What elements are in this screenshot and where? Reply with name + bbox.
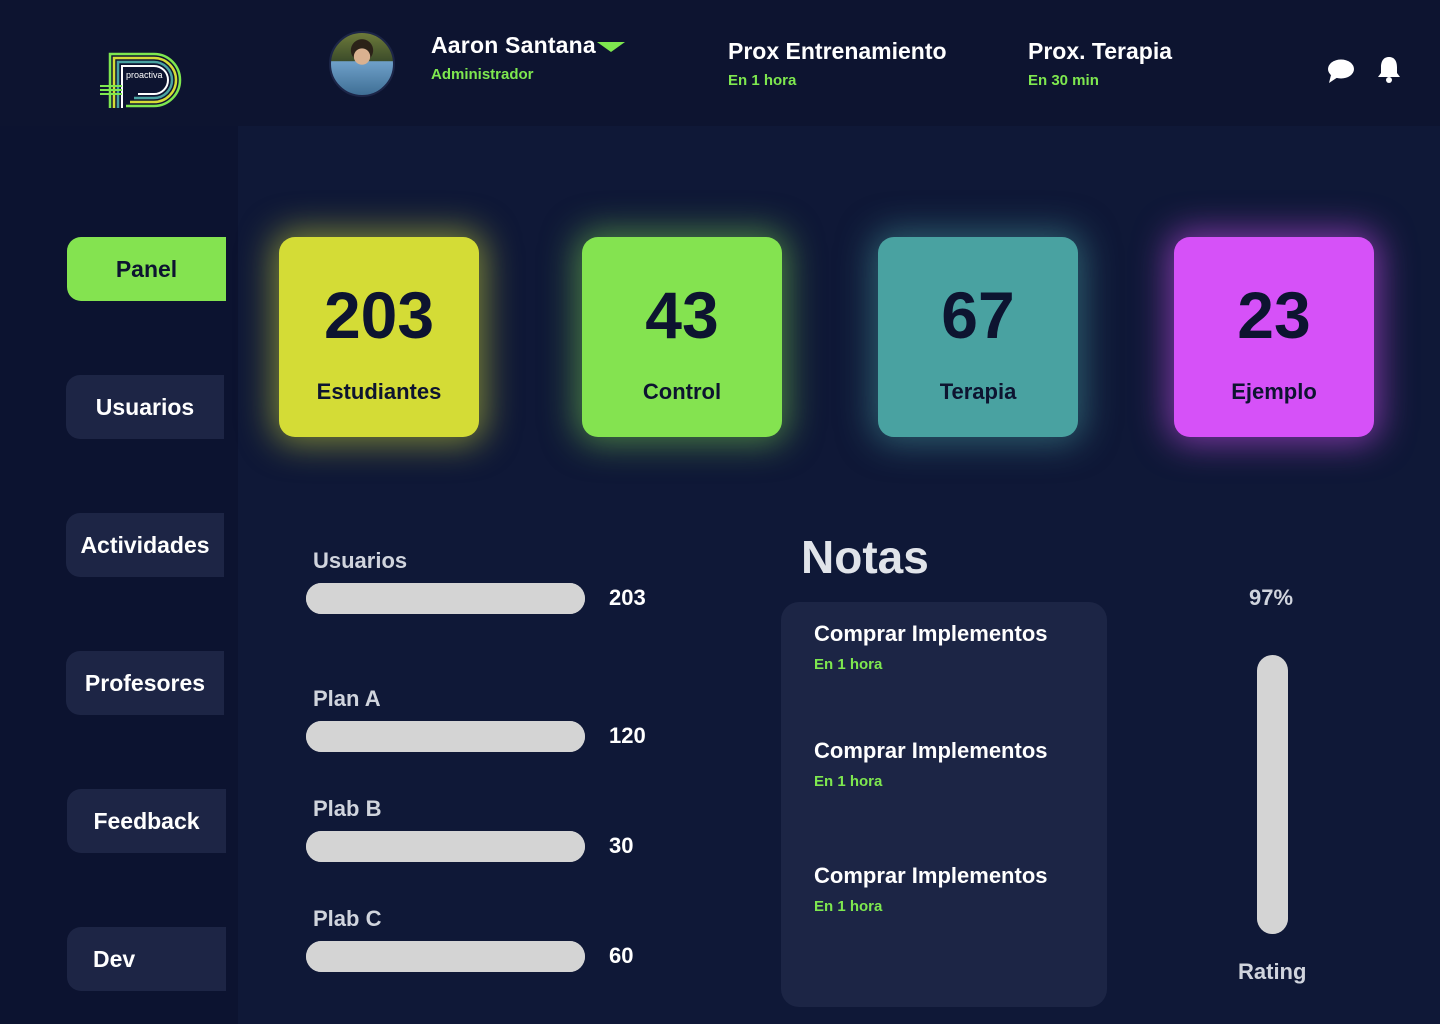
progress-bar-plab-b xyxy=(306,831,585,862)
sidebar-item-dev[interactable]: Dev xyxy=(67,927,226,991)
sidebar-item-label: Dev xyxy=(93,945,136,972)
bar-value-plab-c: 60 xyxy=(609,943,634,968)
stat-label: Estudiantes xyxy=(316,379,442,404)
note-item-time: En 1 hora xyxy=(814,898,883,915)
stat-label: Terapia xyxy=(939,379,1017,404)
progress-bar-plab-c xyxy=(306,941,585,972)
bar-value-plan-a: 120 xyxy=(609,723,646,748)
stat-label: Ejemplo xyxy=(1231,379,1317,404)
note-item-time: En 1 hora xyxy=(814,656,883,673)
logo-wordmark: proactiva xyxy=(126,70,163,80)
bell-icon[interactable] xyxy=(1374,54,1404,84)
progress-fill xyxy=(306,831,585,862)
next-training-title: Prox Entrenamiento xyxy=(728,38,947,64)
bar-label-usuarios: Usuarios xyxy=(313,548,408,573)
sidebar-item-usuarios[interactable]: Usuarios xyxy=(66,375,224,439)
progress-fill xyxy=(306,941,585,972)
stat-value: 67 xyxy=(941,278,1015,352)
stat-card-ejemplo[interactable]: 23 Ejemplo xyxy=(1174,237,1374,437)
stat-label: Control xyxy=(642,379,722,404)
bar-value-usuarios: 203 xyxy=(609,585,646,610)
proactiva-logo[interactable]: proactiva xyxy=(96,46,196,112)
rating-fill xyxy=(1257,663,1288,934)
stat-card-terapia[interactable]: 67 Terapia xyxy=(878,237,1078,437)
top-header: proactiva Aaron Santana Administrador Pr… xyxy=(0,0,1440,126)
chevron-down-icon[interactable] xyxy=(597,42,625,52)
note-item-title[interactable]: Comprar Implementos xyxy=(814,621,1048,647)
stat-card-estudiantes[interactable]: 203 Estudiantes xyxy=(279,237,479,437)
bar-label-plab-c: Plab C xyxy=(313,906,382,931)
user-role: Administrador xyxy=(431,66,534,83)
user-avatar[interactable] xyxy=(329,31,395,97)
notes-title: Notas xyxy=(801,531,929,583)
user-name[interactable]: Aaron Santana xyxy=(431,32,596,59)
note-item-title[interactable]: Comprar Implementos xyxy=(814,863,1048,889)
sidebar-item-label: Usuarios xyxy=(95,393,195,420)
sidebar-item-panel[interactable]: Panel xyxy=(67,237,226,301)
sidebar-item-label: Profesores xyxy=(84,669,206,696)
progress-bar-plan-a xyxy=(306,721,585,752)
next-training-time: En 1 hora xyxy=(728,72,797,89)
progress-fill xyxy=(306,583,585,614)
sidebar-item-label: Actividades xyxy=(80,531,210,558)
rating-percent: 97% xyxy=(1249,585,1294,610)
bar-value-plab-b: 30 xyxy=(609,833,634,858)
stat-value: 23 xyxy=(1237,278,1311,352)
next-therapy-title: Prox. Terapia xyxy=(1028,38,1173,64)
progress-fill xyxy=(306,721,585,752)
stat-card-control[interactable]: 43 Control xyxy=(582,237,782,437)
stat-value: 43 xyxy=(645,278,719,352)
sidebar-item-actividades[interactable]: Actividades xyxy=(66,513,224,577)
sidebar-item-profesores[interactable]: Profesores xyxy=(66,651,224,715)
chat-bubble-icon[interactable] xyxy=(1326,56,1356,86)
rating-gauge xyxy=(1257,655,1288,934)
progress-bar-usuarios xyxy=(306,583,585,614)
note-item-time: En 1 hora xyxy=(814,773,883,790)
rating-label: Rating xyxy=(1238,959,1307,984)
sidebar-item-label: Panel xyxy=(115,255,178,282)
bar-label-plab-b: Plab B xyxy=(313,796,382,821)
next-therapy-time: En 30 min xyxy=(1028,72,1099,89)
stat-value: 203 xyxy=(323,278,435,352)
bar-label-plan-a: Plan A xyxy=(313,686,381,711)
note-item-title[interactable]: Comprar Implementos xyxy=(814,738,1048,764)
sidebar-item-feedback[interactable]: Feedback xyxy=(67,789,226,853)
sidebar-item-label: Feedback xyxy=(93,807,200,834)
